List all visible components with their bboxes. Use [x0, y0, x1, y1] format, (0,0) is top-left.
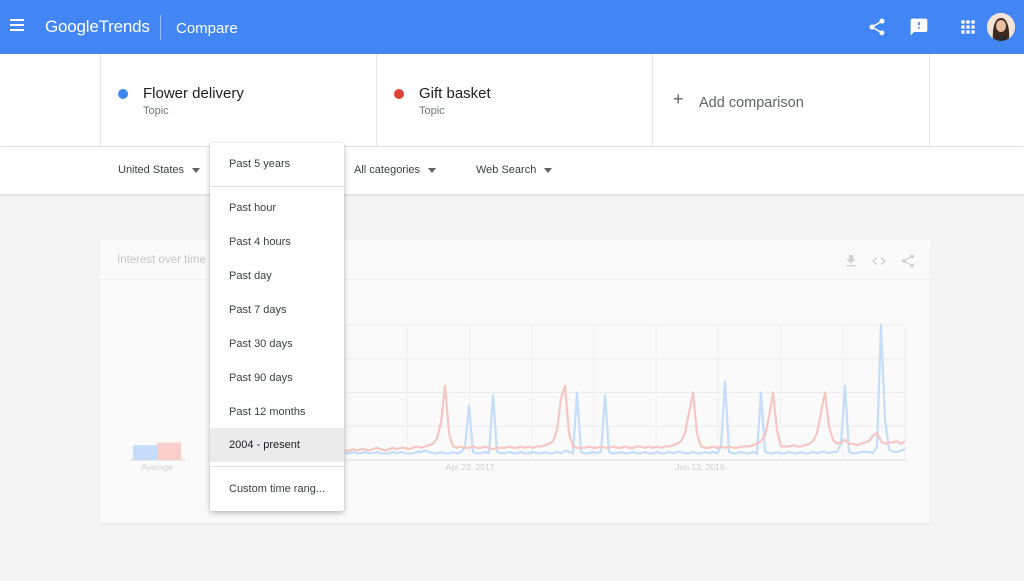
- series-color-dot: [394, 89, 404, 99]
- add-comparison-label: Add comparison: [699, 95, 804, 111]
- time-option-past-4-hours[interactable]: Past 4 hours: [210, 225, 344, 259]
- menu-icon[interactable]: [10, 19, 24, 31]
- menu-divider: [210, 186, 344, 187]
- time-option-2004-present[interactable]: 2004 - present: [210, 428, 344, 462]
- search-type-label: Web Search: [476, 164, 537, 176]
- series-line: [345, 384, 906, 452]
- time-range-menu: Past 5 years Past hour Past 4 hours Past…: [210, 143, 344, 511]
- apps-icon[interactable]: [958, 17, 978, 37]
- term-gift-basket[interactable]: Gift basket Topic: [376, 54, 652, 147]
- term-name: Gift basket: [419, 85, 491, 102]
- page-title: Compare: [176, 20, 238, 37]
- series-color-dot: [118, 89, 128, 99]
- feedback-icon[interactable]: [909, 17, 929, 37]
- average-label: Average: [141, 462, 173, 472]
- google-trends-logo[interactable]: GoogleTrends: [45, 17, 150, 37]
- x-tick-label: Apr 23, 2017: [446, 462, 495, 472]
- time-option-past-30-days[interactable]: Past 30 days: [210, 327, 344, 361]
- time-option-past-90-days[interactable]: Past 90 days: [210, 361, 344, 395]
- avatar-image: [987, 13, 1015, 41]
- region-dropdown[interactable]: United States: [118, 164, 201, 176]
- category-dropdown[interactable]: All categories: [354, 164, 437, 176]
- time-option-custom-range[interactable]: Custom time rang...: [210, 472, 344, 506]
- region-label: United States: [118, 164, 185, 176]
- term-type: Topic: [419, 105, 445, 117]
- plus-icon: +: [673, 89, 684, 109]
- term-flower-delivery[interactable]: Flower delivery Topic: [100, 54, 376, 147]
- add-comparison-button[interactable]: + Add comparison: [652, 54, 930, 147]
- menu-divider: [210, 466, 344, 467]
- term-type: Topic: [143, 105, 169, 117]
- search-type-dropdown[interactable]: Web Search: [476, 164, 553, 176]
- series-line: [345, 323, 906, 455]
- share-icon[interactable]: [867, 17, 887, 37]
- caret-down-icon: [428, 167, 437, 173]
- header-divider: [160, 15, 161, 40]
- category-label: All categories: [354, 164, 421, 176]
- app-header: GoogleTrends Compare: [0, 0, 1024, 54]
- time-option-past-hour[interactable]: Past hour: [210, 191, 344, 225]
- time-option-past-day[interactable]: Past day: [210, 259, 344, 293]
- logo-trends: Trends: [98, 17, 150, 36]
- average-bar: [157, 442, 181, 460]
- time-option-past-12-months[interactable]: Past 12 months: [210, 395, 344, 429]
- filter-bar: United States All categories Web Search: [0, 147, 1024, 194]
- caret-down-icon: [192, 167, 201, 173]
- time-menu-current[interactable]: Past 5 years: [210, 147, 344, 181]
- comparison-bar: Flower delivery Topic Gift basket Topic …: [0, 54, 1024, 147]
- logo-google: Google: [45, 17, 99, 36]
- caret-down-icon: [544, 167, 553, 173]
- average-bar: [133, 445, 157, 460]
- avatar[interactable]: [987, 13, 1015, 41]
- term-name: Flower delivery: [143, 85, 244, 102]
- time-option-past-7-days[interactable]: Past 7 days: [210, 293, 344, 327]
- x-tick-label: Jan 13, 2019: [675, 462, 724, 472]
